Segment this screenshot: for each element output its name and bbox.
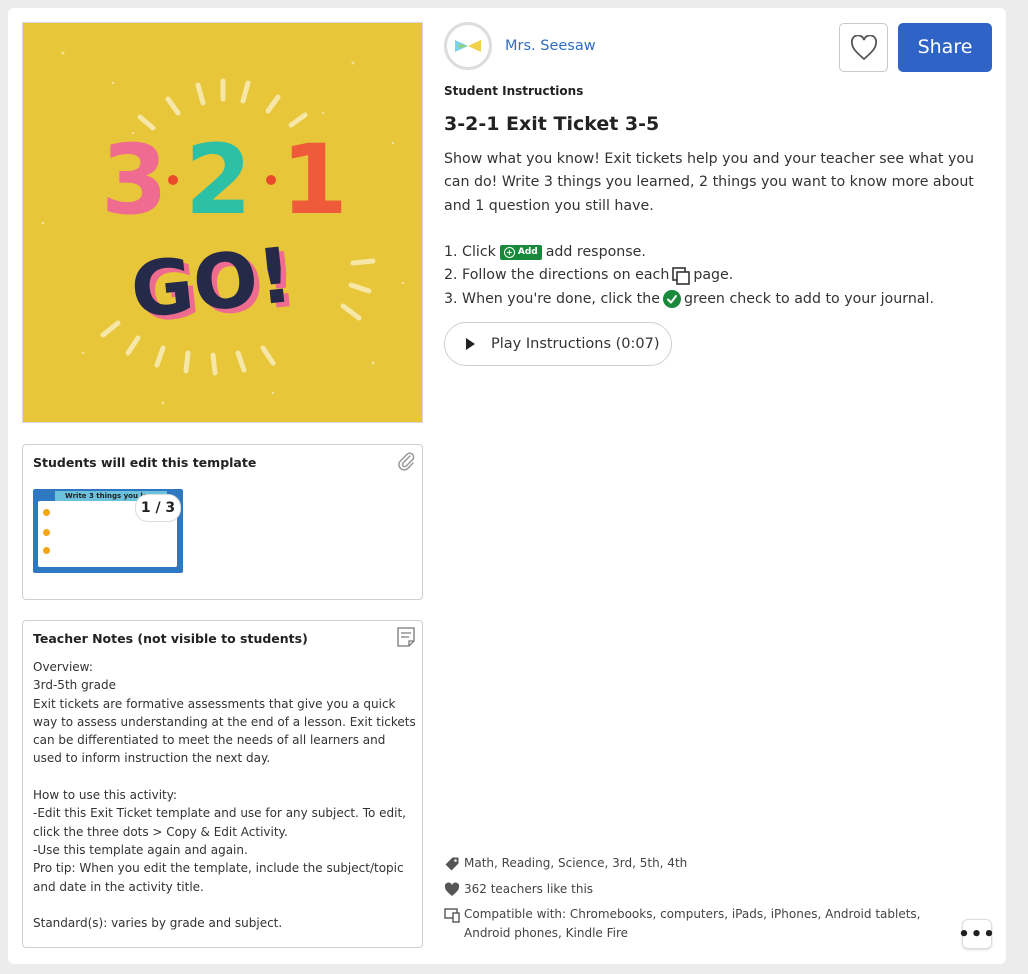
teacher-notes-title: Teacher Notes (not visible to students) — [33, 631, 308, 646]
activity-cover-image: 3 2 1 GO! GO! — [22, 22, 423, 423]
teacher-notes-panel: Teacher Notes (not visible to students) … — [22, 620, 423, 948]
template-panel-title: Students will edit this template — [33, 455, 257, 470]
step-2: 2. Follow the directions on each page. — [444, 264, 934, 287]
note-icon — [397, 627, 415, 647]
pages-icon — [672, 267, 691, 285]
page-count-badge: 1 / 3 — [135, 494, 181, 522]
likes-row: 362 teachers like this — [444, 880, 964, 899]
tags-row: Math, Reading, Science, 3rd, 5th, 4th — [444, 854, 964, 873]
svg-text:2: 2 — [185, 124, 252, 236]
like-button[interactable] — [839, 23, 888, 72]
student-instructions-label: Student Instructions — [444, 84, 584, 98]
share-button[interactable]: Share — [898, 23, 992, 72]
bullet-2 — [43, 529, 50, 536]
step-1: 1. Click + Add add response. — [444, 241, 934, 264]
play-instructions-button[interactable]: Play Instructions (0:07) — [444, 322, 672, 366]
heart-filled-icon — [444, 882, 460, 896]
template-panel: Students will edit this template Write 3… — [22, 444, 423, 600]
compatibility-row: Compatible with: Chromebooks, computers,… — [444, 905, 950, 943]
heart-icon — [850, 34, 877, 60]
activity-title: 3-2-1 Exit Ticket 3-5 — [444, 113, 660, 135]
paperclip-icon — [398, 452, 415, 471]
instruction-steps: 1. Click + Add add response. 2. Follow th… — [444, 241, 934, 311]
step-3-prefix: 3. When you're done, click the — [444, 290, 660, 307]
step-1-suffix: add response. — [545, 244, 646, 260]
green-check-icon — [662, 290, 681, 309]
teacher-name-link[interactable]: Mrs. Seesaw — [505, 38, 596, 54]
likes-text: 362 teachers like this — [464, 882, 594, 896]
play-icon — [466, 338, 475, 350]
activity-description: Show what you know! Exit tickets help yo… — [444, 151, 975, 214]
play-instructions-label: Play Instructions (0:07) — [491, 336, 660, 352]
cover-illustration: 3 2 1 GO! GO! — [41, 51, 405, 405]
template-page-thumbnail[interactable]: Write 3 things you learned 1 / 3 — [33, 489, 183, 573]
teacher-notes-body: Overview: 3rd-5th grade Exit tickets are… — [33, 660, 416, 931]
step-1-prefix: 1. Click — [444, 244, 496, 260]
add-chip: + Add — [499, 245, 542, 261]
bullet-1 — [43, 509, 50, 516]
step-3-suffix: green check to add to your journal. — [683, 290, 934, 307]
compatibility-text: Compatible with: Chromebooks, computers,… — [464, 907, 921, 940]
bullet-3 — [43, 547, 50, 554]
svg-text:GO!: GO! — [127, 230, 297, 335]
plus-icon: + — [503, 247, 515, 259]
tags-text: Math, Reading, Science, 3rd, 5th, 4th — [464, 856, 688, 870]
devices-icon — [444, 908, 460, 923]
seesaw-logo-icon — [455, 40, 481, 52]
step-3: 3. When you're done, click the green che… — [444, 288, 934, 311]
teacher-avatar[interactable] — [444, 22, 492, 70]
tag-icon — [445, 857, 459, 871]
step-2-suffix: page. — [693, 267, 734, 284]
add-chip-label: Add — [517, 247, 538, 257]
svg-text:3: 3 — [101, 124, 168, 236]
svg-text:1: 1 — [281, 124, 348, 236]
more-dots-icon: ••• — [958, 923, 996, 945]
more-options-button[interactable]: ••• — [958, 919, 995, 949]
step-2-prefix: 2. Follow the directions on each — [444, 267, 670, 284]
